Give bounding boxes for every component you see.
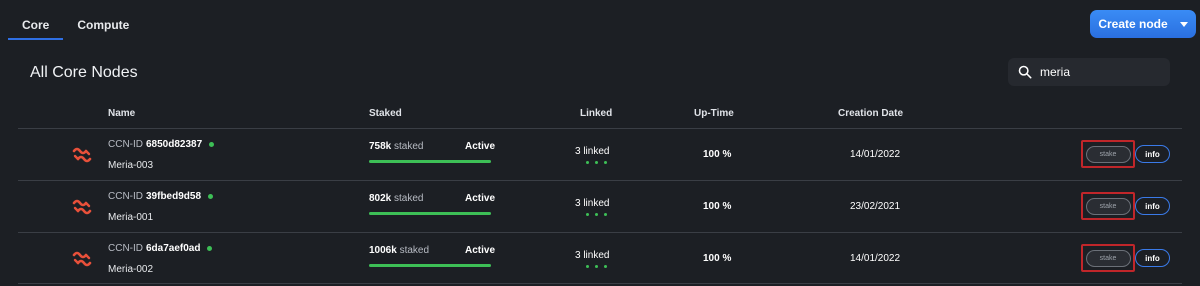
creation-date: 23/02/2021 <box>850 201 901 212</box>
info-button[interactable]: info <box>1135 249 1170 267</box>
info-button[interactable]: info <box>1135 197 1170 215</box>
staked-suffix: staked <box>394 193 424 204</box>
column-header-uptime: Up-Time <box>694 108 734 119</box>
page-title: All Core Nodes <box>30 64 138 81</box>
ccn-id: CCN-ID 6850d82387 <box>108 139 215 150</box>
staked-value: 802k <box>369 193 392 204</box>
linked-count: 3 linked <box>575 250 610 261</box>
ccn-id-prefix: CCN-ID <box>108 243 143 254</box>
stake-progress-fill <box>369 160 491 163</box>
table-row[interactable]: CCN-ID 6da7aef0ad Meria-002 1006k staked… <box>18 232 1182 284</box>
chevron-down-icon <box>1179 21 1188 27</box>
column-header-staked: Staked <box>369 108 402 119</box>
info-button[interactable]: info <box>1135 145 1170 163</box>
stake-button-highlight: stake <box>1081 192 1135 220</box>
table-row[interactable]: CCN-ID 39fbed9d58 Meria-001 802k staked … <box>18 180 1182 232</box>
column-header-creation-date: Creation Date <box>838 108 904 119</box>
search-icon <box>1018 65 1032 79</box>
online-status-icon <box>208 194 214 199</box>
create-node-button[interactable]: Create node <box>1090 10 1196 38</box>
ccn-id-prefix: CCN-ID <box>108 139 143 150</box>
stake-progress-bar <box>369 264 491 267</box>
staked-amount: 1006k staked <box>369 245 429 256</box>
stake-button[interactable]: stake <box>1085 145 1131 163</box>
creation-date: 14/01/2022 <box>850 149 901 160</box>
staked-suffix: staked <box>399 245 430 256</box>
linked-nodes-dots-icon <box>586 161 607 164</box>
uptime-value: 100 % <box>703 253 732 264</box>
stake-progress-bar <box>369 160 491 163</box>
ccn-id-value: 6da7aef0ad <box>146 243 201 254</box>
linked-count: 3 linked <box>575 146 610 157</box>
node-name: Meria-003 <box>108 160 154 171</box>
search-box[interactable] <box>1008 58 1170 86</box>
ccn-id-value: 39fbed9d58 <box>146 191 202 202</box>
ccn-id-value: 6850d82387 <box>146 139 203 150</box>
status-text: Active <box>465 245 496 256</box>
tab-bar: Core Compute <box>8 10 143 40</box>
uptime-value: 100 % <box>703 149 732 160</box>
stake-button[interactable]: stake <box>1085 249 1131 267</box>
ccn-id: CCN-ID 6da7aef0ad <box>108 243 213 254</box>
ccn-id: CCN-ID 39fbed9d58 <box>108 191 214 202</box>
online-status-icon <box>207 246 213 251</box>
tab-compute[interactable]: Compute <box>63 10 143 40</box>
core-nodes-table: Name Staked Linked Up-Time Creation Date… <box>18 100 1182 284</box>
staked-value: 758k <box>369 141 392 152</box>
linked-nodes-dots-icon <box>586 265 607 268</box>
creation-date: 14/01/2022 <box>850 253 901 264</box>
stake-button-highlight: stake <box>1081 140 1135 168</box>
node-logo-icon <box>72 147 92 163</box>
stake-progress-bar <box>369 212 491 215</box>
column-header-linked: Linked <box>580 108 613 119</box>
node-name: Meria-002 <box>108 264 154 275</box>
table-row[interactable]: CCN-ID 6850d82387 Meria-003 758k staked … <box>18 128 1182 180</box>
node-logo-icon <box>72 251 92 267</box>
create-node-label: Create node <box>1098 17 1168 31</box>
node-name: Meria-001 <box>108 212 154 223</box>
ccn-id-prefix: CCN-ID <box>108 191 143 202</box>
stake-button[interactable]: stake <box>1085 197 1131 215</box>
staked-amount: 758k staked <box>369 141 424 152</box>
linked-nodes-dots-icon <box>586 213 607 216</box>
status-text: Active <box>465 141 496 152</box>
table-header: Name Staked Linked Up-Time Creation Date <box>18 100 1182 128</box>
stake-progress-fill <box>369 212 491 215</box>
stake-button-highlight: stake <box>1081 244 1135 272</box>
search-input[interactable] <box>1040 65 1160 79</box>
online-status-icon <box>209 142 215 147</box>
linked-count: 3 linked <box>575 198 610 209</box>
staked-amount: 802k staked <box>369 193 424 204</box>
staked-value: 1006k <box>369 245 397 256</box>
node-logo-icon <box>72 199 92 215</box>
stake-progress-fill <box>369 264 491 267</box>
uptime-value: 100 % <box>703 201 732 212</box>
staked-suffix: staked <box>394 141 424 152</box>
column-header-name: Name <box>108 108 136 119</box>
status-text: Active <box>465 193 496 204</box>
tab-core[interactable]: Core <box>8 10 64 40</box>
